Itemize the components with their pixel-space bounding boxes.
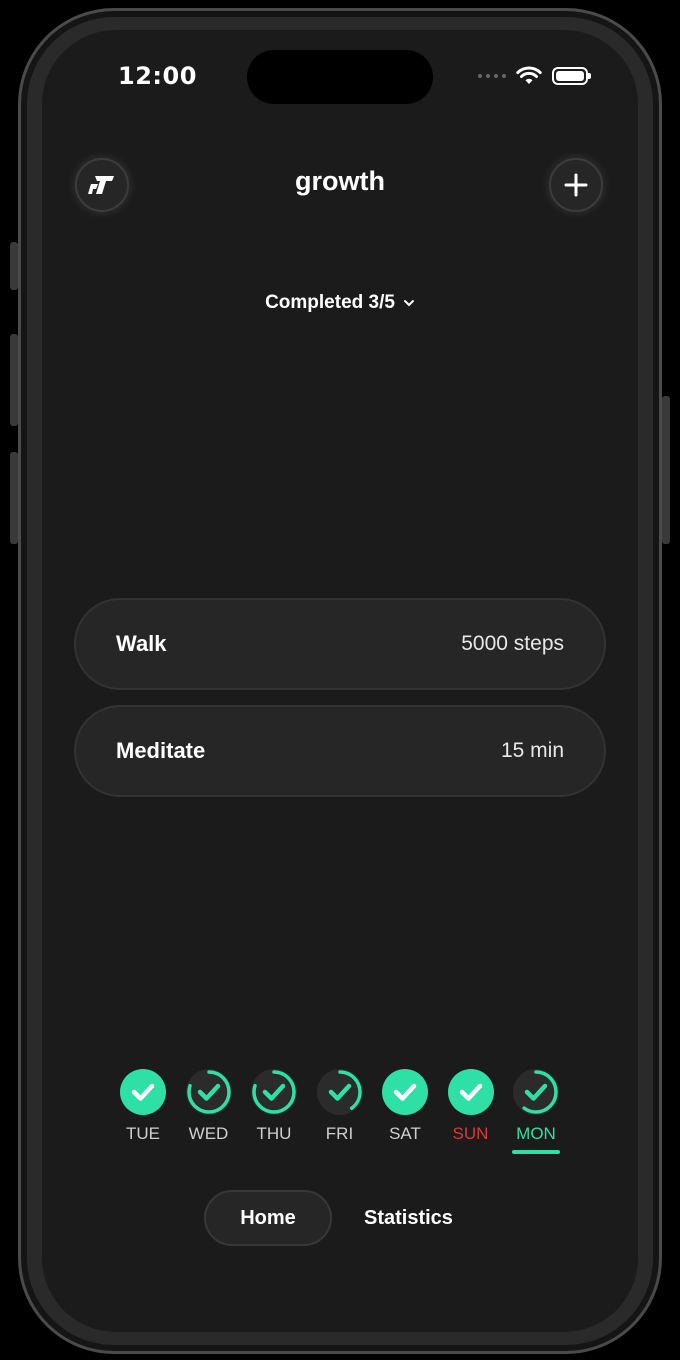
add-button[interactable] (549, 158, 603, 212)
day-label: WED (188, 1124, 229, 1143)
bottom-nav: Home Statistics (204, 1190, 453, 1246)
day-mon[interactable]: MON (512, 1068, 560, 1154)
day-progress-icon (447, 1069, 494, 1115)
day-label: SUN (452, 1124, 489, 1143)
completed-dropdown[interactable]: Completed 3/5 (42, 292, 638, 314)
day-label: TUE (126, 1124, 160, 1143)
day-label: MON (516, 1124, 556, 1143)
task-name: Meditate (116, 738, 206, 763)
battery-icon (552, 67, 591, 85)
day-progress-icon (251, 1069, 297, 1115)
day-progress-icon (120, 1069, 166, 1115)
day-progress-icon (185, 1069, 232, 1115)
volume-down-button (10, 452, 18, 544)
wifi-icon (516, 66, 542, 84)
day-label: FRI (325, 1124, 354, 1143)
day-fri[interactable]: FRI (316, 1068, 364, 1154)
status-icons (478, 66, 591, 86)
day-thu[interactable]: THU (250, 1068, 298, 1154)
day-progress-icon (382, 1069, 428, 1115)
app-screen: 12:00 growth Completed 3/5 Walk 5000 ste… (42, 30, 638, 1332)
day-progress-icon (513, 1069, 559, 1115)
signal-icon (478, 74, 506, 78)
day-label: THU (256, 1124, 292, 1143)
day-tue[interactable]: TUE (119, 1068, 167, 1154)
selected-day-indicator (512, 1150, 560, 1154)
day-sun[interactable]: SUN (447, 1068, 495, 1154)
day-wed[interactable]: WED (185, 1068, 233, 1154)
task-card-walk[interactable]: Walk 5000 steps (74, 598, 606, 690)
chevron-down-icon (403, 300, 414, 307)
volume-up-button (10, 334, 18, 426)
task-name: Walk (116, 631, 167, 656)
status-time: 12:00 (118, 62, 197, 90)
completed-label: Completed 3/5 (265, 292, 395, 313)
week-tracker: TUE WED THU FRI SAT SUN MON (119, 1068, 560, 1154)
power-button (662, 396, 670, 544)
day-sat[interactable]: SAT (381, 1068, 429, 1154)
nav-statistics-tab[interactable]: Statistics (364, 1207, 453, 1230)
day-label: SAT (389, 1124, 421, 1143)
task-card-meditate[interactable]: Meditate 15 min (74, 705, 606, 797)
day-progress-icon (316, 1069, 363, 1115)
dynamic-island (247, 50, 433, 104)
nav-home-tab[interactable]: Home (204, 1190, 332, 1246)
task-value: 15 min (500, 739, 564, 762)
task-value: 5000 steps (461, 632, 564, 655)
plus-icon (564, 173, 588, 197)
mute-switch (10, 242, 18, 290)
